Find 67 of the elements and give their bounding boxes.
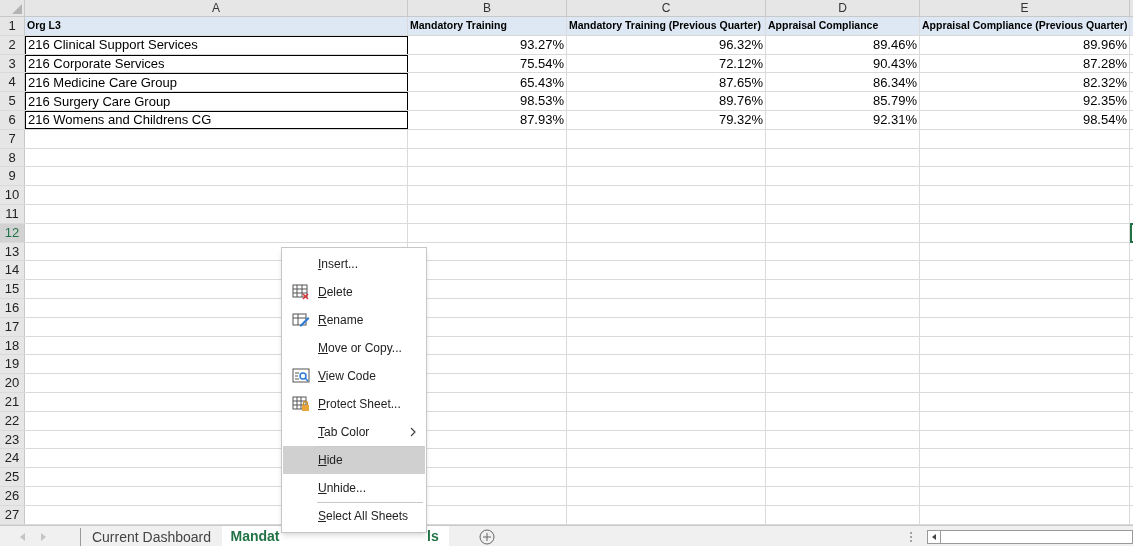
table-cell-text: 92.31% bbox=[872, 111, 917, 130]
row-header[interactable]: 4 bbox=[0, 73, 25, 92]
table-cell-text: 79.32% bbox=[718, 111, 763, 130]
column-header[interactable]: E bbox=[920, 0, 1130, 16]
table-delete-icon bbox=[291, 284, 310, 300]
table-cell-text: 89.76% bbox=[718, 92, 763, 111]
table-cell-text: 85.79% bbox=[872, 92, 917, 111]
table-cell-text: 93.27% bbox=[519, 35, 564, 54]
scroll-right-icon[interactable] bbox=[40, 533, 46, 541]
table-cell-text: 98.54% bbox=[1082, 111, 1127, 130]
row-header[interactable]: 24 bbox=[0, 449, 25, 468]
menu-item[interactable]: Insert... bbox=[283, 250, 425, 278]
code-window-icon bbox=[291, 368, 310, 384]
column-title: Mandatory Training bbox=[410, 18, 507, 33]
column-title: Appraisal Compliance bbox=[768, 18, 879, 33]
select-all-icon[interactable] bbox=[12, 4, 22, 14]
table-cell-text: 65.43% bbox=[519, 73, 564, 92]
menu-item[interactable]: Protect Sheet... bbox=[283, 390, 425, 418]
row-header[interactable]: 14 bbox=[0, 261, 25, 280]
horizontal-scrollbar[interactable] bbox=[927, 530, 1133, 544]
column-title: Mandatory Training (Previous Quarter) bbox=[569, 18, 761, 33]
row-header[interactable]: 10 bbox=[0, 186, 25, 204]
sheet-tab[interactable]: Current Dashboard bbox=[81, 525, 222, 546]
table-cell-text: 96.32% bbox=[718, 35, 763, 54]
table-lock-icon bbox=[291, 396, 310, 412]
table-cell-text: 75.54% bbox=[519, 54, 564, 73]
row-header[interactable]: 15 bbox=[0, 280, 25, 298]
table-cell-text: 92.35% bbox=[1082, 92, 1127, 111]
table-cell-text: 72.12% bbox=[718, 54, 763, 73]
row-header[interactable]: 25 bbox=[0, 468, 25, 486]
add-sheet-icon[interactable] bbox=[478, 529, 495, 545]
menu-item[interactable]: View Code bbox=[283, 362, 425, 390]
table-cell-text: 216 Womens and Childrens CG bbox=[28, 111, 212, 130]
menu-item[interactable]: Delete bbox=[283, 278, 425, 306]
menu-item[interactable]: Rename bbox=[283, 306, 425, 334]
table-cell-text: 98.53% bbox=[519, 92, 564, 111]
table-cell-text: 90.43% bbox=[872, 54, 917, 73]
menu-item[interactable]: Tab Color bbox=[283, 418, 425, 446]
row-header[interactable]: 5 bbox=[0, 92, 25, 110]
menu-item[interactable]: Move or Copy... bbox=[283, 334, 425, 362]
column-header[interactable]: B bbox=[408, 0, 567, 16]
column-header[interactable]: D bbox=[766, 0, 920, 16]
row-header[interactable]: 20 bbox=[0, 374, 25, 392]
row-header[interactable]: 19 bbox=[0, 355, 25, 374]
table-cell-text: 86.34% bbox=[872, 73, 917, 92]
table-cell-text: 87.28% bbox=[1082, 54, 1127, 73]
selected-cell[interactable] bbox=[1130, 222, 1133, 243]
menu-item[interactable]: Unhide... bbox=[283, 474, 425, 502]
table-cell-text: 216 Surgery Care Group bbox=[28, 92, 171, 111]
table-cell-text: 82.32% bbox=[1082, 73, 1127, 92]
row-header[interactable]: 1 bbox=[0, 17, 25, 35]
table-pencil-icon bbox=[291, 312, 310, 328]
chevron-right-icon bbox=[410, 427, 417, 437]
table-cell-text: 216 Medicine Care Group bbox=[28, 74, 177, 93]
row-header[interactable]: 9 bbox=[0, 167, 25, 186]
table-cell-text: 216 Corporate Services bbox=[28, 55, 165, 74]
table-cell-text: 87.93% bbox=[519, 111, 564, 130]
table-cell-text: 87.65% bbox=[718, 73, 763, 92]
column-title: Appraisal Compliance (Previous Quarter) bbox=[922, 18, 1128, 33]
table-cell-text: 89.96% bbox=[1082, 35, 1127, 54]
column-header[interactable]: C bbox=[567, 0, 766, 16]
table-cell-text: 216 Clinical Support Services bbox=[28, 36, 198, 55]
menu-item[interactable]: Hide bbox=[283, 446, 425, 474]
table-cell-text: 89.46% bbox=[872, 35, 917, 54]
column-title: Org L3 bbox=[27, 18, 61, 33]
splitter-handle-icon[interactable] bbox=[909, 531, 913, 543]
column-header[interactable]: A bbox=[25, 0, 408, 16]
